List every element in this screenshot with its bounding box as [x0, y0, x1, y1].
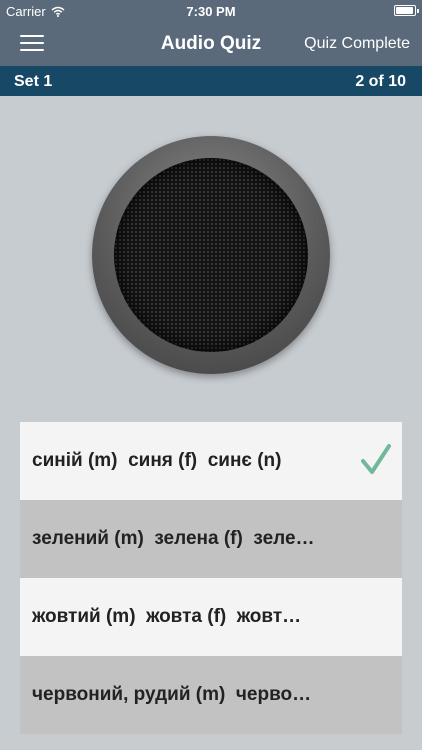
set-label: Set 1: [14, 73, 53, 90]
answer-text: червоний, рудий (m) черво…: [32, 684, 312, 705]
speaker-grille: [114, 158, 308, 352]
answer-option-2[interactable]: зелений (m) зелена (f) зеле…: [20, 500, 402, 578]
answer-option-1[interactable]: синій (m) синя (f) синє (n): [20, 422, 402, 500]
set-bar: Set 1 2 of 10: [0, 66, 422, 96]
nav-bar: Audio Quiz Quiz Complete: [0, 22, 422, 66]
answer-option-3[interactable]: жовтий (m) жовта (f) жовт…: [20, 578, 402, 656]
status-time: 7:30 PM: [186, 4, 236, 19]
battery-level: [396, 7, 414, 14]
answer-list: синій (m) синя (f) синє (n) зелений (m) …: [20, 422, 402, 734]
play-audio-speaker-button[interactable]: [92, 136, 330, 374]
battery-icon: [394, 5, 419, 16]
quiz-complete-button[interactable]: Quiz Complete: [304, 35, 410, 53]
answer-text: зелений (m) зелена (f) зеле…: [32, 528, 315, 549]
answer-text: жовтий (m) жовта (f) жовт…: [32, 606, 302, 627]
question-progress: 2 of 10: [355, 73, 406, 90]
answer-option-4[interactable]: червоний, рудий (m) черво…: [20, 656, 402, 734]
answer-text: синій (m) синя (f) синє (n): [32, 450, 282, 471]
status-bar: Carrier 7:30 PM: [0, 0, 422, 22]
checkmark-icon: [361, 444, 391, 474]
